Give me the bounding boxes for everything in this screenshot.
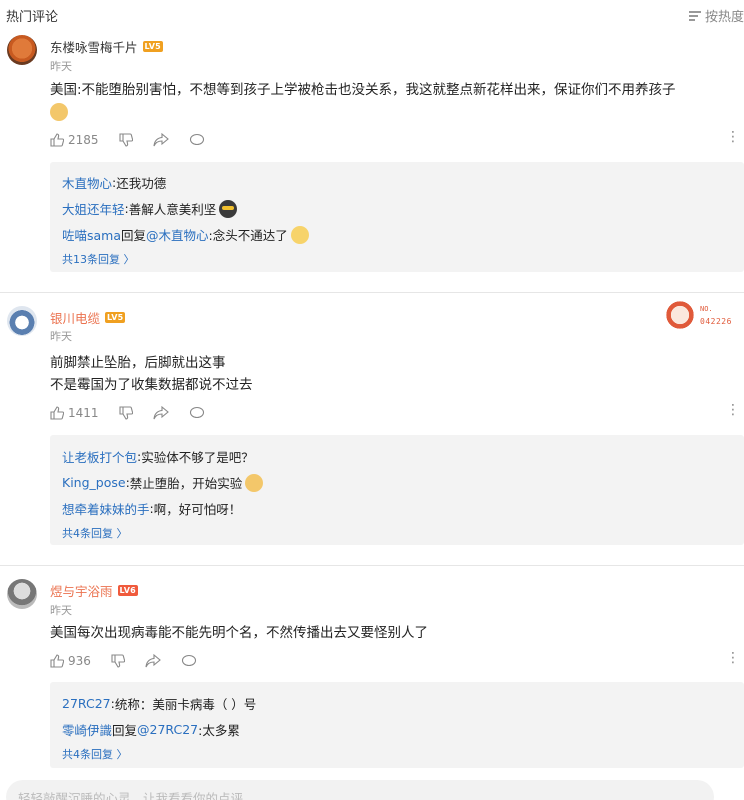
level-badge: LV5 <box>142 41 163 52</box>
reply-button[interactable] <box>189 133 205 147</box>
fan-badge-icon <box>664 299 696 331</box>
comment-icon <box>181 654 196 667</box>
reply-button[interactable] <box>181 654 197 668</box>
comment-input[interactable]: 轻轻敲醒沉睡的心灵，让我看看你的点评 <box>6 780 714 800</box>
level-badge: LV5 <box>105 312 126 323</box>
avatar[interactable] <box>7 35 37 65</box>
share-icon <box>152 133 169 147</box>
dislike-button[interactable] <box>118 133 133 147</box>
dislike-button[interactable] <box>118 406 133 420</box>
doge-emoji-icon <box>245 473 264 492</box>
reply-item[interactable]: 让老板打个包: 实验体不够了是吧？ <box>62 447 254 466</box>
comment-actions: 2185 <box>50 130 225 150</box>
chevron-right-icon: 〉 <box>116 748 128 761</box>
comment-input-placeholder: 轻轻敲醒沉睡的心灵，让我看看你的点评 <box>18 791 244 800</box>
comments-header: 热门评论 按热度 <box>0 0 744 30</box>
comment-actions: 936 <box>50 651 217 671</box>
sort-label: 按热度 <box>704 10 744 25</box>
avatar[interactable] <box>7 579 37 609</box>
comment-date: 昨天 <box>50 604 72 617</box>
divider <box>0 565 744 566</box>
like-count: 936 <box>68 654 91 668</box>
share-button[interactable] <box>152 133 169 147</box>
dislike-icon <box>118 406 133 420</box>
share-button[interactable] <box>145 654 161 668</box>
like-button[interactable]: 936 <box>50 654 91 668</box>
view-all-replies[interactable]: 共4条回复 〉 <box>62 525 128 541</box>
more-icon[interactable]: ⋮ <box>726 403 740 417</box>
like-icon <box>50 133 64 147</box>
sad-emoji-icon <box>290 225 309 244</box>
divider <box>0 292 744 293</box>
username[interactable]: 东楼咏雪梅千片 LV5 <box>50 37 163 56</box>
like-button[interactable]: 2185 <box>50 133 99 147</box>
doge-emoji-icon <box>50 103 68 121</box>
like-count: 2185 <box>68 133 99 147</box>
chevron-right-icon: 〉 <box>116 527 128 540</box>
replies-box: 让老板打个包: 实验体不够了是吧？ King_pose: 禁止堕胎，开始实验 想… <box>50 435 744 545</box>
section-title: 热门评论 <box>6 10 59 25</box>
comment-icon <box>189 133 204 146</box>
like-button[interactable]: 1411 <box>50 406 99 420</box>
level-badge: LV6 <box>117 585 138 596</box>
sort-icon <box>688 10 701 21</box>
reply-item[interactable]: 大姐还年轻: 善解人意美利坚 <box>62 199 238 218</box>
like-icon <box>50 654 64 668</box>
reply-item[interactable]: 木直物心: 还我功德 <box>62 173 166 192</box>
comment-text: 美国每次出现病毒能不能先明个名，不然传播出去又要怪别人了 <box>50 625 428 641</box>
share-icon <box>152 406 169 420</box>
dislike-icon <box>118 133 133 147</box>
reply-item[interactable]: 零崎伊識 回复 @27RC27 :太多累 <box>62 720 240 739</box>
reply-item[interactable]: 想牵着妹妹的手: 啊，好可怕呀！ <box>62 499 241 518</box>
comment-date: 昨天 <box>50 60 72 73</box>
comment-text: 前脚禁止坠胎，后脚就出这事 不是霉国为了收集数据都说不过去 <box>50 355 253 393</box>
share-icon <box>145 654 161 668</box>
chevron-right-icon: 〉 <box>123 253 135 266</box>
comment-icon <box>189 406 204 419</box>
view-all-replies[interactable]: 共13条回复 〉 <box>62 251 135 267</box>
replies-box: 木直物心: 还我功德 大姐还年轻: 善解人意美利坚 咗喵sama 回复 @木直物… <box>50 162 744 272</box>
reply-item[interactable]: 咗喵sama 回复 @木直物心 :念头不通达了 <box>62 225 309 244</box>
comment-actions: 1411 <box>50 403 225 423</box>
reply-item[interactable]: King_pose: 禁止堕胎，开始实验 <box>62 473 264 492</box>
avatar[interactable] <box>7 306 37 336</box>
dislike-button[interactable] <box>111 654 125 668</box>
share-button[interactable] <box>152 406 169 420</box>
sort-button[interactable]: 按热度 <box>688 6 744 25</box>
fan-badge: NO. 042226 <box>664 297 736 333</box>
reply-button[interactable] <box>189 406 205 420</box>
comment-text: 美国:不能堕胎别害怕，不想等到孩子上学被枪击也没关系，我这就整点新花样出来，保证… <box>50 79 740 123</box>
dislike-icon <box>111 654 125 668</box>
like-icon <box>50 406 64 420</box>
cool-emoji-icon <box>219 199 238 218</box>
username[interactable]: 煜与宇浴雨 LV6 <box>50 581 138 600</box>
more-icon[interactable]: ⋮ <box>726 651 740 665</box>
reply-item[interactable]: 27RC27: 统称：美丽卡病毒（ ）号 <box>62 694 256 713</box>
more-icon[interactable]: ⋮ <box>726 130 740 144</box>
view-all-replies[interactable]: 共4条回复 〉 <box>62 746 128 762</box>
comment-date: 昨天 <box>50 330 72 343</box>
like-count: 1411 <box>68 406 99 420</box>
replies-box: 27RC27: 统称：美丽卡病毒（ ）号 零崎伊識 回复 @27RC27 :太多… <box>50 682 744 768</box>
username[interactable]: 银川电缆 LV5 <box>50 308 126 327</box>
